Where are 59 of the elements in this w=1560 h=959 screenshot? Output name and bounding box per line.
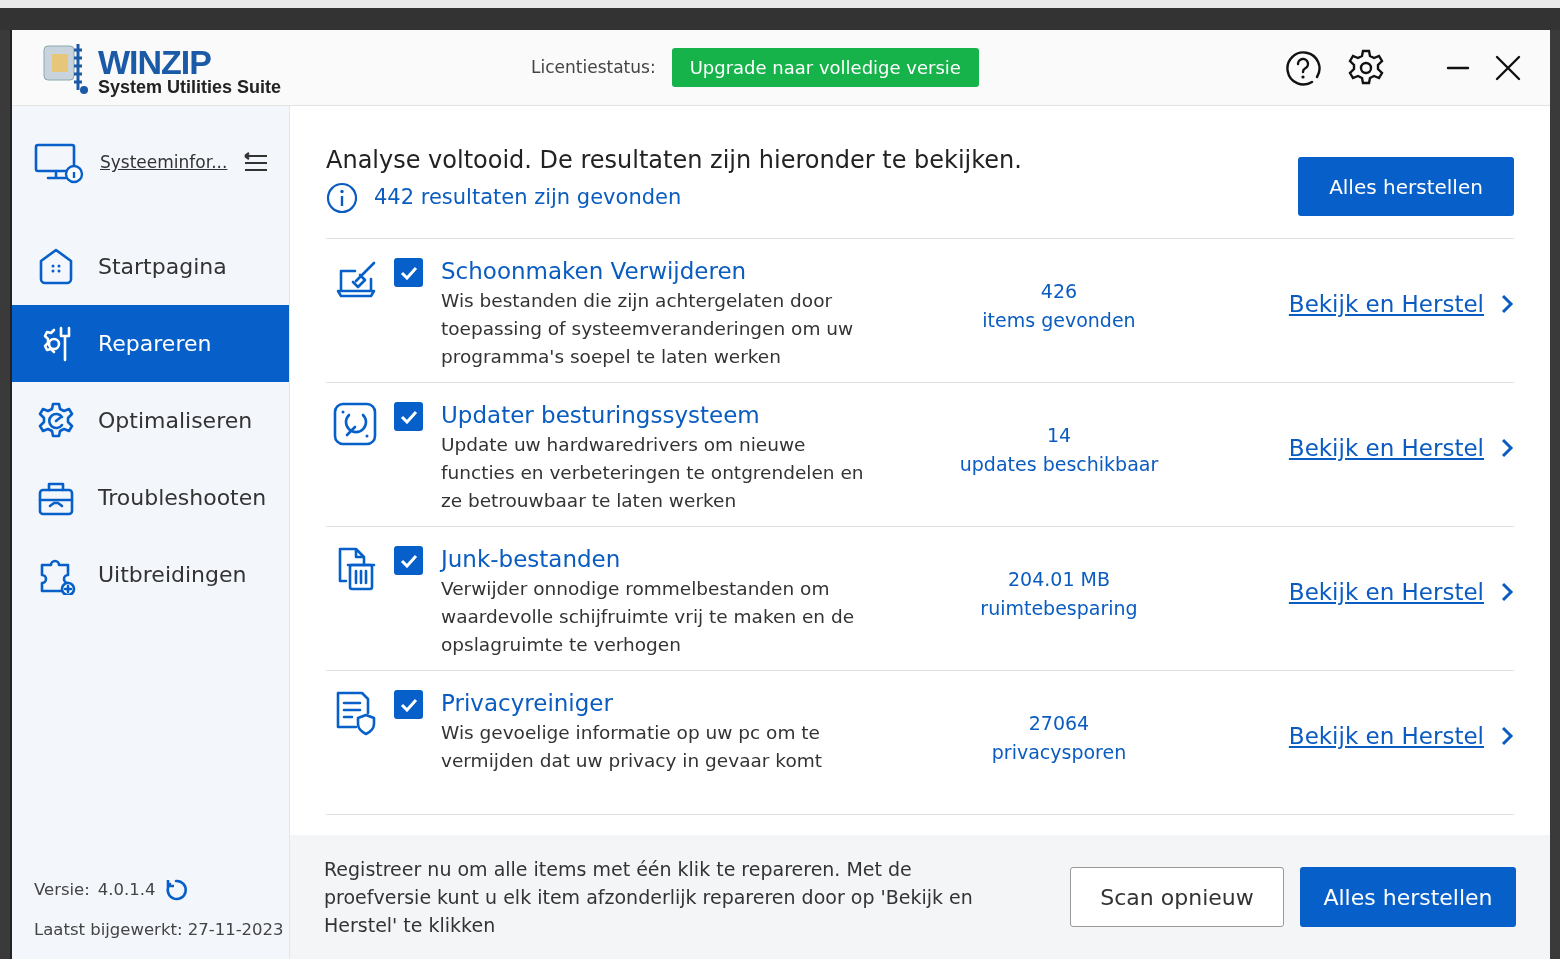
results-count: 442 resultaten zijn gevonden xyxy=(374,184,682,212)
result-description: Update uw hardwaredrivers om nieuwe functies en verbeteringen te ontgrendelen en ze betrouwbaar te laten werken xyxy=(441,432,865,513)
chevron-right-icon[interactable] xyxy=(1500,725,1514,748)
review-fix-link[interactable]: Bekijk en Herstel xyxy=(1288,719,1484,754)
footer-message: Registreer nu om alle items met één klik te repareren. Met de proefversie kunt u elk item afzonderlijk repareren door op 'Bekijk en Herstel' te klikken xyxy=(324,857,974,938)
review-fix-link[interactable]: Bekijk en Herstel xyxy=(1288,287,1484,322)
system-info-link[interactable]: Systeeminfor... xyxy=(100,150,228,176)
result-unit: items gevonden xyxy=(981,308,1137,333)
result-title: Junk-bestanden xyxy=(441,545,622,574)
close-icon xyxy=(1494,53,1522,82)
result-unit: updates beschikbaar xyxy=(958,452,1160,477)
chevron-right-icon[interactable] xyxy=(1500,581,1514,604)
last-updated-text: Laatst bijgewerkt: 27-11-2023 xyxy=(34,919,285,942)
result-description: Wis gevoelige informatie op uw pc om te vermijden dat uw privacy in gevaar komt xyxy=(441,720,823,773)
nav-item[interactable]: Repareren xyxy=(12,305,289,382)
fix-all-button[interactable]: Alles herstellen xyxy=(1300,867,1516,927)
checkbox[interactable] xyxy=(394,402,423,431)
review-fix-link[interactable]: Bekijk en Herstel xyxy=(1288,575,1484,610)
version-label: Versie: xyxy=(34,878,90,901)
checkbox[interactable] xyxy=(394,690,423,719)
result-count: 27064 xyxy=(1027,711,1091,736)
chevron-right-icon[interactable] xyxy=(1500,293,1514,316)
help-icon xyxy=(1284,48,1322,87)
nav-item[interactable]: Startpagina xyxy=(12,228,289,305)
checkbox[interactable] xyxy=(394,258,423,287)
results-heading: Analyse voltooid. De resultaten zijn hieronder te bekijken. xyxy=(326,145,1022,176)
checkmark-icon xyxy=(399,697,418,712)
nav-item[interactable]: Troubleshooten xyxy=(12,459,289,536)
result-description: Wis bestanden die zijn achtergelaten door toepassing of systeemveranderingen om uw programma's soepel te laten werken xyxy=(441,288,855,369)
minimize-icon xyxy=(1446,65,1470,71)
close-button[interactable] xyxy=(1494,53,1522,82)
result-title: Updater besturingssysteem xyxy=(441,401,761,430)
license-label: Licentiestatus: xyxy=(531,55,656,79)
checkmark-icon xyxy=(399,265,418,280)
result-count: 14 xyxy=(1045,423,1073,448)
result-unit: privacysporen xyxy=(990,740,1128,765)
result-count: 426 xyxy=(1039,279,1079,304)
review-fix-link[interactable]: Bekijk en Herstel xyxy=(1288,431,1484,466)
info-icon xyxy=(326,182,358,214)
result-title: Privacyreiniger xyxy=(441,689,614,718)
result-count: 204.01 MB xyxy=(1007,567,1111,592)
checkmark-icon xyxy=(399,409,418,424)
checkmark-icon xyxy=(399,553,418,568)
result-description: Verwijder onnodige rommelbestanden om waardevolle schijfruimte vrij te maken en de opslagruimte te verhogen xyxy=(441,576,856,657)
nav-item[interactable]: Optimaliseren xyxy=(12,382,289,459)
chevron-right-icon[interactable] xyxy=(1500,437,1514,460)
help-button[interactable] xyxy=(1284,48,1322,87)
nav-item[interactable]: Uitbreidingen xyxy=(12,536,289,613)
rescan-button[interactable]: Scan opnieuw xyxy=(1070,867,1284,927)
version-number: 4.0.1.4 xyxy=(97,878,156,901)
fix-all-button[interactable]: Alles herstellen xyxy=(1298,157,1514,216)
logo-subtitle: System Utilities Suite xyxy=(98,77,282,96)
monitor-info-icon xyxy=(34,142,84,184)
refresh-icon[interactable] xyxy=(163,877,188,902)
logo-title: WINZIP xyxy=(98,46,211,78)
checkbox[interactable] xyxy=(394,546,423,575)
result-title: Schoonmaken Verwijderen xyxy=(441,257,748,286)
result-unit: ruimtebesparing xyxy=(979,596,1139,621)
collapse-menu-icon[interactable] xyxy=(243,152,270,174)
